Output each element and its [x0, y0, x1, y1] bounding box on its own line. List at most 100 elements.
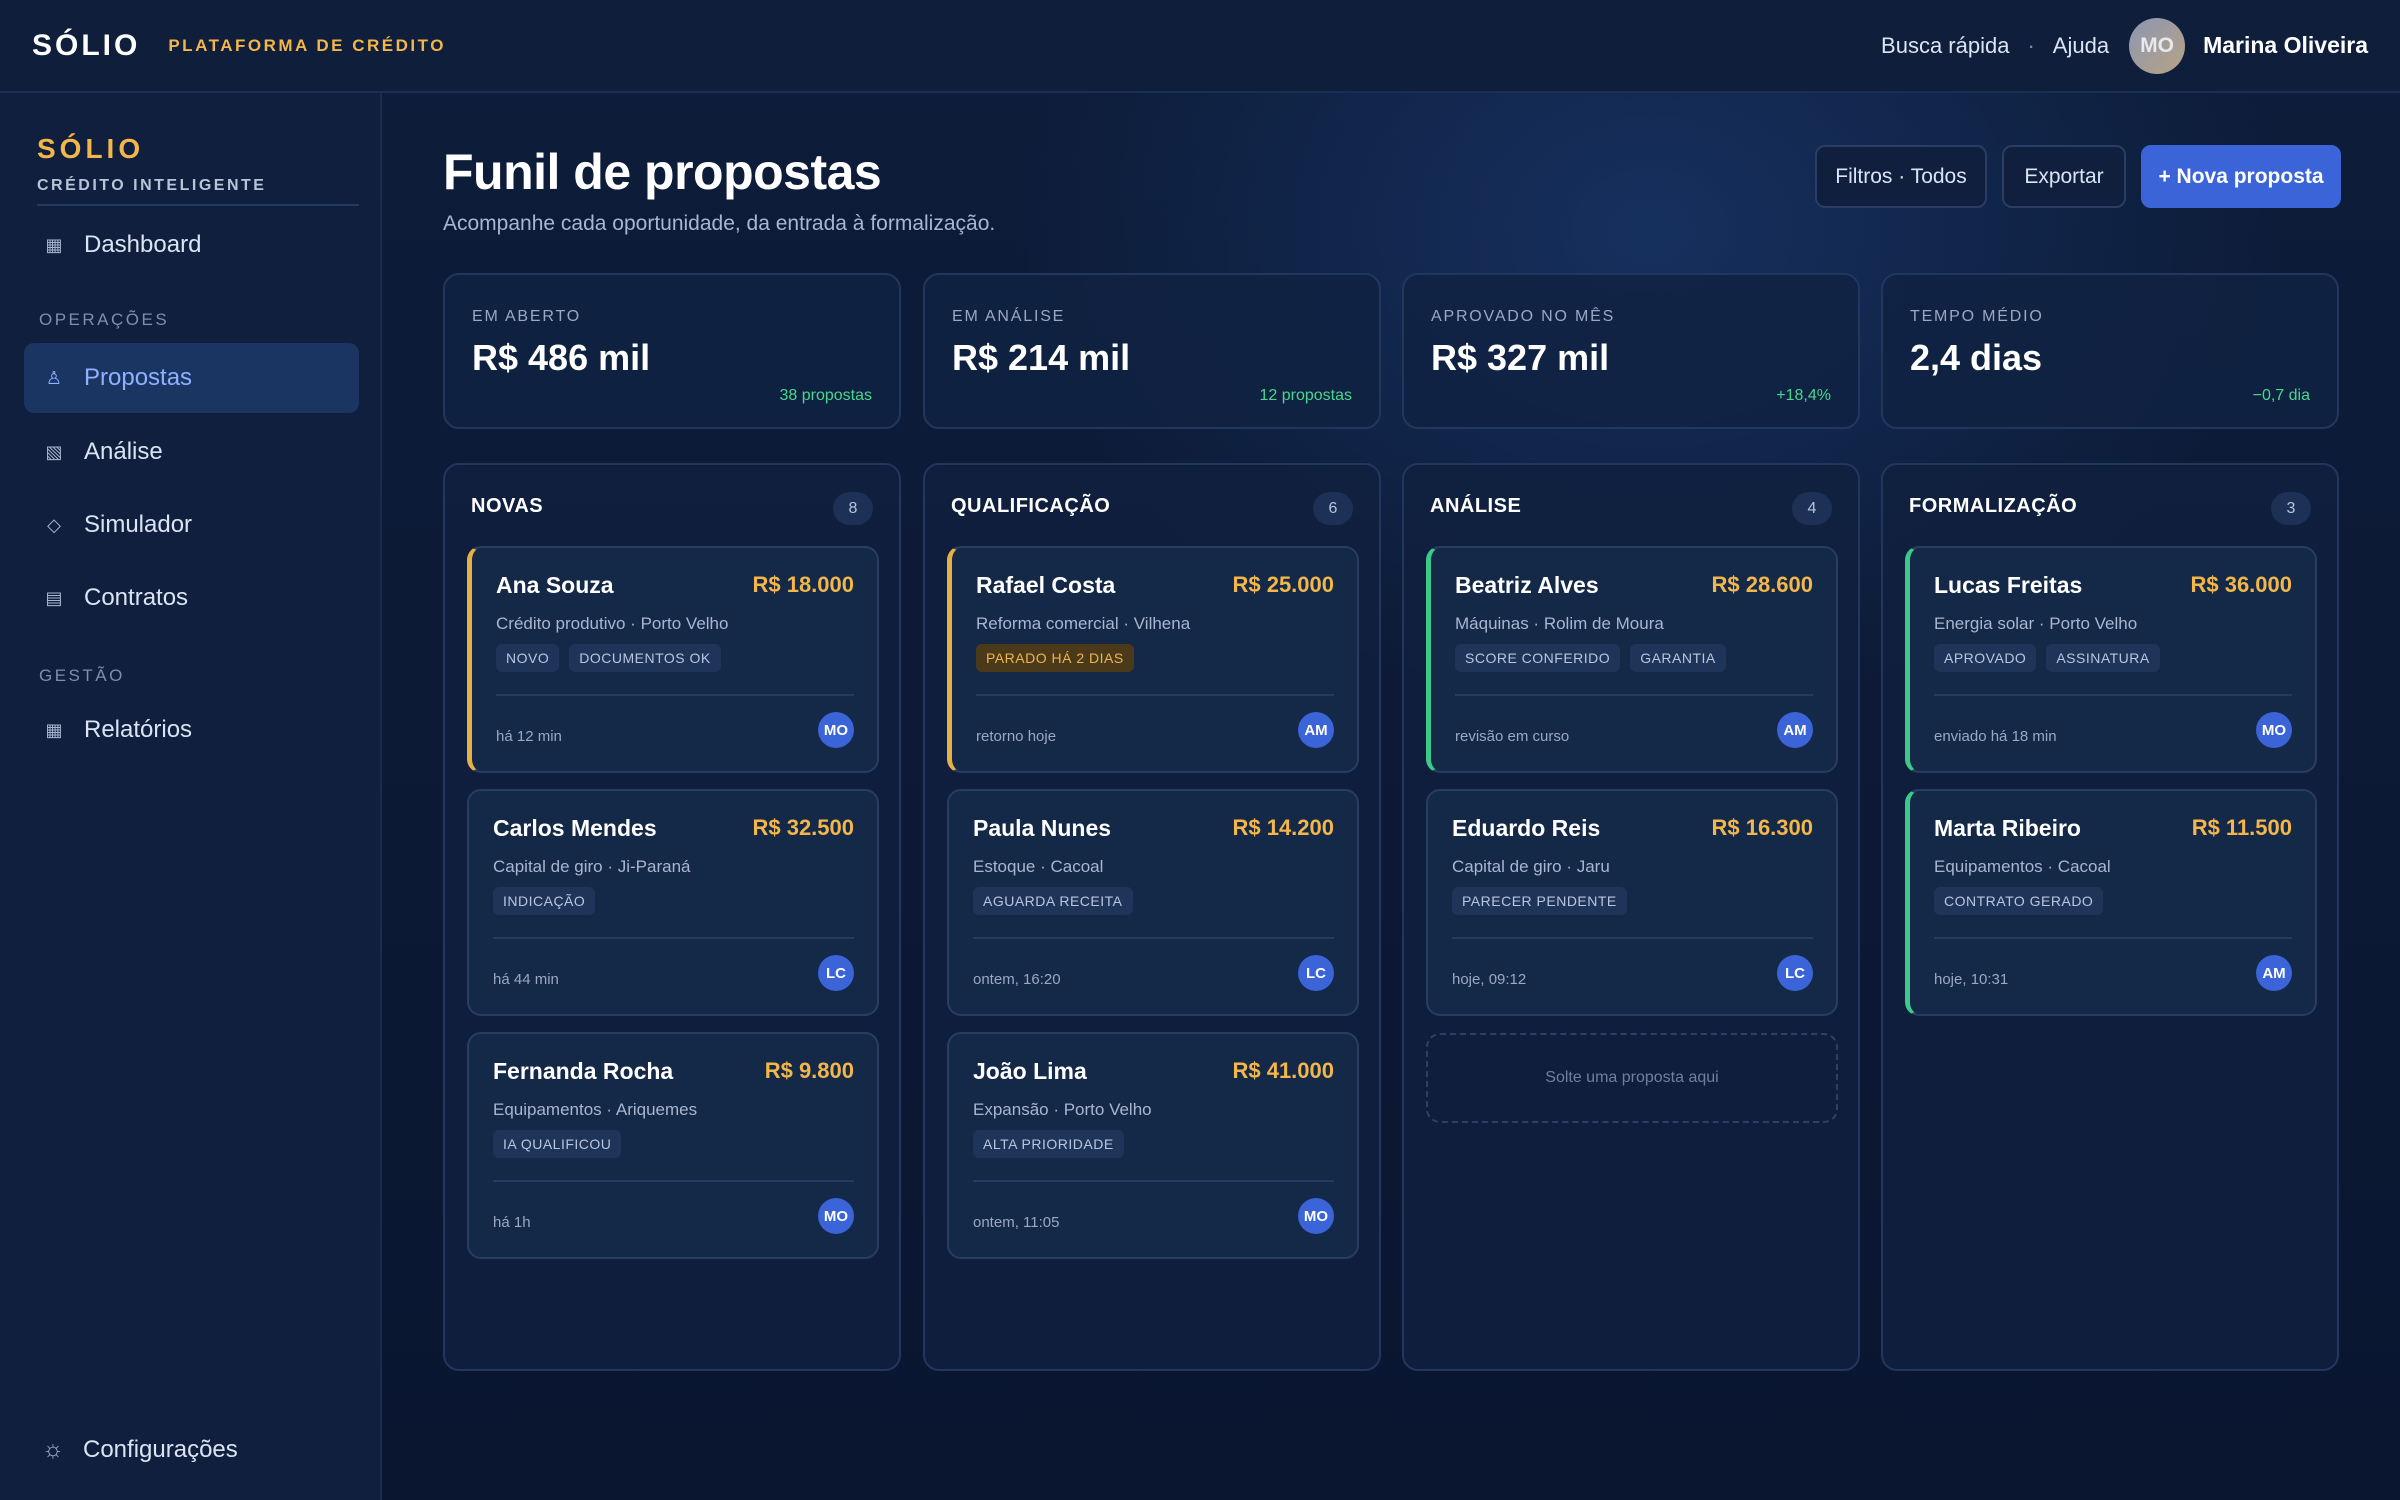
proposal-card[interactable]: Beatriz Alves R$ 28.600 Máquinas · Rolim… — [1426, 546, 1838, 773]
card-amount: R$ 41.000 — [1232, 1058, 1334, 1083]
card-tags: AGUARDA RECEITA — [973, 887, 1143, 915]
card-timestamp: hoje, 09:12 — [1452, 971, 1527, 988]
card-client-name: Lucas Freitas — [1934, 572, 2083, 598]
document-icon: ▤ — [45, 587, 63, 608]
kpi-note: +18,4% — [1776, 387, 1831, 404]
proposal-card[interactable]: Rafael Costa R$ 25.000 Reforma comercial… — [947, 546, 1359, 773]
assignee-avatar[interactable]: LC — [1777, 955, 1813, 991]
card-amount: R$ 11.500 — [2191, 815, 2292, 840]
tag: GARANTIA — [1630, 644, 1726, 672]
card-client-name: Beatriz Alves — [1455, 572, 1599, 598]
proposal-card[interactable]: João Lima R$ 41.000 Expansão · Porto Vel… — [947, 1032, 1359, 1259]
assignee-avatar[interactable]: MO — [818, 712, 854, 748]
user-name[interactable]: Marina Oliveira — [2203, 32, 2368, 59]
assignee-avatar[interactable]: LC — [818, 955, 854, 991]
section-management: GESTÃO — [39, 666, 125, 685]
sidebar-item-dashboard[interactable]: ▦ Dashboard — [24, 210, 359, 280]
card-timestamp: ontem, 16:20 — [973, 971, 1061, 988]
brand-logo[interactable]: SÓLIO — [32, 29, 140, 63]
sidebar-brand: SÓLIO — [37, 133, 145, 164]
export-button[interactable]: Exportar — [2002, 145, 2126, 208]
assignee-avatar[interactable]: AM — [2256, 955, 2292, 991]
card-amount: R$ 32.500 — [752, 815, 854, 840]
kpi-in-analysis: EM ANÁLISE R$ 214 mil 12 propostas — [923, 273, 1381, 429]
stalled-tag: PARADO HÁ 2 DIAS — [976, 644, 1134, 672]
card-amount: R$ 14.200 — [1232, 815, 1334, 840]
assignee-avatar[interactable]: MO — [1298, 1198, 1334, 1234]
person-icon: ♙ — [45, 367, 63, 388]
hatched-square-icon: ▧ — [45, 441, 63, 462]
sidebar-item-label: Análise — [84, 438, 163, 465]
assignee-avatar[interactable]: LC — [1298, 955, 1334, 991]
tag: SCORE CONFERIDO — [1455, 644, 1621, 672]
tag: IA QUALIFICOU — [493, 1130, 622, 1158]
proposal-card[interactable]: Fernanda Rocha R$ 9.800 Equipamentos · A… — [467, 1032, 879, 1259]
proposal-card[interactable]: Ana Souza R$ 18.000 Crédito produtivo · … — [467, 546, 879, 773]
sidebar: SÓLIO CRÉDITO INTELIGENTE ▦ Dashboard OP… — [0, 93, 382, 1500]
card-client-name: João Lima — [973, 1058, 1087, 1084]
user-avatar[interactable]: MO — [2129, 17, 2186, 74]
card-timestamp: retorno hoje — [976, 728, 1057, 745]
column-count-badge: 8 — [833, 492, 873, 525]
proposal-card[interactable]: Carlos Mendes R$ 32.500 Capital de giro … — [467, 789, 879, 1016]
card-tags: INDICAÇÃO — [493, 887, 605, 915]
column-formalizacao: FORMALIZAÇÃO 3 Lucas Freitas R$ 36.000 E… — [1881, 463, 2339, 1371]
assignee-avatar[interactable]: MO — [2256, 712, 2292, 748]
diamond-icon: ◇ — [47, 514, 61, 535]
proposal-card[interactable]: Paula Nunes R$ 14.200 Estoque · Cacoal A… — [947, 789, 1359, 1016]
settings-label: Configurações — [83, 1436, 238, 1463]
card-description: Crédito produtivo · Porto Velho — [496, 614, 729, 633]
card-divider — [1452, 937, 1813, 939]
card-amount: R$ 18.000 — [752, 572, 854, 597]
card-amount: R$ 36.000 — [2190, 572, 2292, 597]
card-divider — [973, 937, 1334, 939]
column-title: FORMALIZAÇÃO — [1909, 495, 2078, 517]
card-timestamp: enviado há 18 min — [1934, 728, 2057, 745]
card-client-name: Eduardo Reis — [1452, 815, 1601, 841]
column-title: NOVAS — [471, 495, 544, 517]
card-timestamp: há 1h — [493, 1214, 531, 1231]
card-description: Capital de giro · Ji-Paraná — [493, 857, 691, 876]
gear-icon: ☼ — [42, 1436, 64, 1463]
sidebar-item-propostas[interactable]: ♙ Propostas — [24, 343, 359, 413]
card-amount: R$ 25.000 — [1232, 572, 1334, 597]
sidebar-item-settings[interactable]: ☼ Configurações — [39, 1436, 238, 1464]
new-proposal-button[interactable]: + Nova proposta — [2141, 145, 2341, 208]
proposal-card[interactable]: Lucas Freitas R$ 36.000 Energia solar · … — [1905, 546, 2317, 773]
tag: AGUARDA RECEITA — [973, 887, 1133, 915]
column-count-badge: 4 — [1792, 492, 1832, 525]
card-client-name: Carlos Mendes — [493, 815, 657, 841]
card-divider — [493, 1180, 854, 1182]
assignee-avatar[interactable]: MO — [818, 1198, 854, 1234]
column-qualificacao: QUALIFICAÇÃO 6 Rafael Costa R$ 25.000 Re… — [923, 463, 1381, 1371]
separator: · — [2027, 32, 2035, 58]
sidebar-item-label: Contratos — [84, 584, 189, 611]
sidebar-item-simulador[interactable]: ◇ Simulador — [24, 490, 359, 560]
filters-button[interactable]: Filtros · Todos — [1815, 145, 1987, 208]
card-tags: PARECER PENDENTE — [1452, 887, 1637, 915]
card-tags: PARADO HÁ 2 DIAS — [976, 644, 1144, 672]
column-title: QUALIFICAÇÃO — [951, 495, 1111, 517]
card-amount: R$ 16.300 — [1711, 815, 1813, 840]
top-right-actions: Busca rápida · Ajuda MO Marina Oliveira — [1881, 17, 2368, 74]
help-link[interactable]: Ajuda — [2053, 33, 2109, 59]
tag: ASSINATURA — [2046, 644, 2160, 672]
proposal-card[interactable]: Marta Ribeiro R$ 11.500 Equipamentos · C… — [1905, 789, 2317, 1016]
sidebar-item-analise[interactable]: ▧ Análise — [24, 417, 359, 487]
quick-search-link[interactable]: Busca rápida — [1881, 33, 2009, 59]
assignee-avatar[interactable]: AM — [1777, 712, 1813, 748]
sidebar-item-contratos[interactable]: ▤ Contratos — [24, 563, 359, 633]
card-client-name: Paula Nunes — [973, 815, 1112, 841]
drop-zone[interactable]: Solte uma proposta aqui — [1426, 1033, 1838, 1123]
card-description: Energia solar · Porto Velho — [1934, 614, 2138, 633]
sidebar-item-label: Simulador — [84, 511, 193, 538]
tag: NOVO — [496, 644, 560, 672]
grid-icon: ▦ — [45, 234, 63, 255]
column-analise: ANÁLISE 4 Beatriz Alves R$ 28.600 Máquin… — [1402, 463, 1860, 1371]
sidebar-item-relatorios[interactable]: ▦ Relatórios — [24, 695, 359, 765]
proposal-card[interactable]: Eduardo Reis R$ 16.300 Capital de giro ·… — [1426, 789, 1838, 1016]
assignee-avatar[interactable]: AM — [1298, 712, 1334, 748]
kpi-note: 38 propostas — [779, 387, 872, 404]
tag: APROVADO — [1934, 644, 2037, 672]
tag: ALTA PRIORIDADE — [973, 1130, 1124, 1158]
